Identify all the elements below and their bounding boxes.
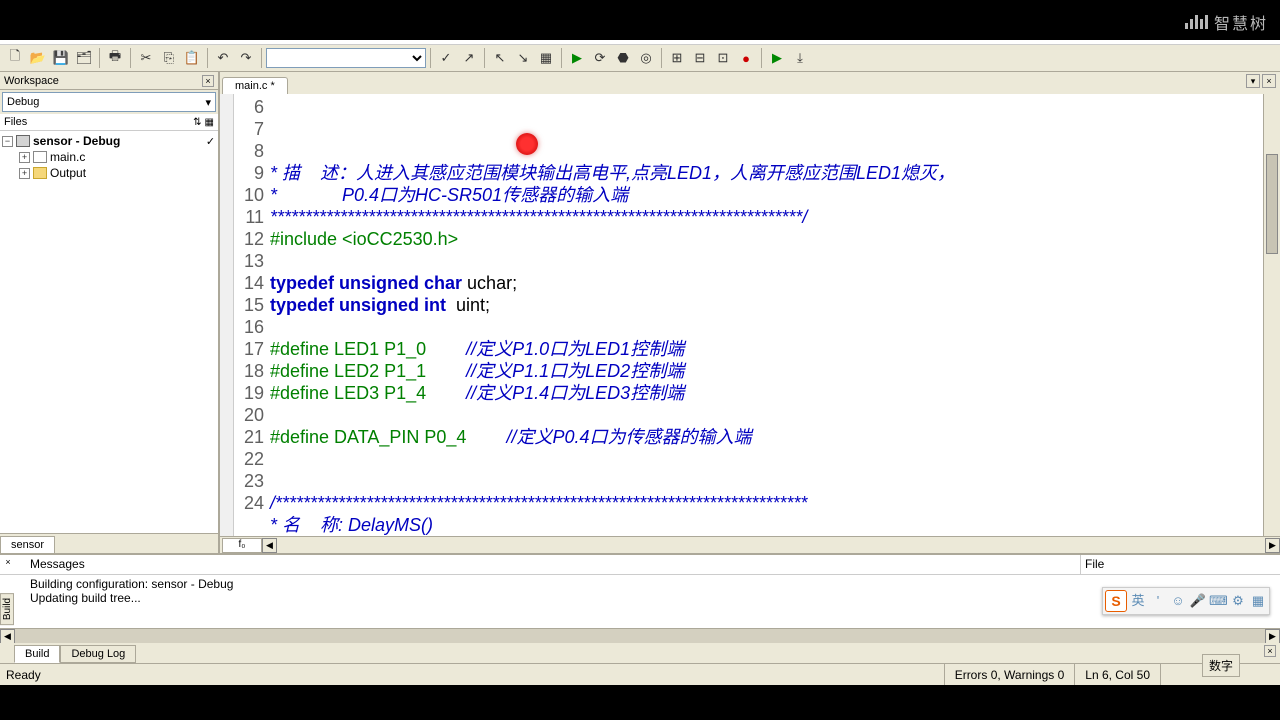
new-file-button[interactable]: 🗋 — [4, 47, 26, 69]
output-tab-debuglog[interactable]: Debug Log — [60, 645, 136, 663]
editor-tabs: main.c * ▾ × — [220, 72, 1280, 94]
tb-btn-9[interactable]: ⊞ — [666, 47, 688, 69]
build-output-panel: × Build Messages File Building configura… — [0, 553, 1280, 663]
folder-icon — [33, 167, 47, 179]
code-editor[interactable]: 6789101112131415161718192021222324 * 描 述… — [220, 94, 1280, 536]
tree-output-folder[interactable]: + Output — [2, 165, 216, 181]
ime-emoji-button[interactable]: ☺ — [1169, 592, 1187, 610]
expand-icon[interactable]: + — [19, 168, 30, 179]
tb-btn-4[interactable]: ↘ — [512, 47, 534, 69]
print-button[interactable]: 🖶 — [104, 47, 126, 69]
breakpoint-gutter[interactable] — [220, 94, 234, 536]
output-tabs-close-button[interactable]: × — [1264, 645, 1276, 657]
ime-toolbar[interactable]: S 英 ' ☺ 🎤 ⌨ ⚙ ▦ — [1102, 587, 1270, 615]
vscroll-thumb[interactable] — [1266, 154, 1278, 254]
files-hdr-icon-1[interactable]: ⇅ — [193, 117, 201, 128]
main-toolbar: 🗋 📂 💾 🗂 🖶 ✂ ⎘ 📋 ↶ ↷ ✓ ↗ ↖ ↘ ▦ ▶ ⟳ ⬣ ◎ ⊞ … — [0, 45, 1280, 72]
expand-icon[interactable]: + — [19, 152, 30, 163]
toggle-breakpoint-button[interactable]: ◎ — [635, 47, 657, 69]
workspace-title-bar: Workspace × — [0, 72, 218, 90]
workspace-panel: Workspace × Debug▾ Files ⇅ ▦ − sensor - … — [0, 72, 220, 553]
letterbox-bottom — [0, 685, 1280, 720]
tb-btn-1[interactable]: ✓ — [435, 47, 457, 69]
ime-grid-button[interactable]: ▦ — [1249, 592, 1267, 610]
files-hdr-icon-2[interactable]: ▦ — [205, 117, 214, 128]
copy-button[interactable]: ⎘ — [158, 47, 180, 69]
vertical-scrollbar[interactable] — [1263, 94, 1280, 536]
stop-build-button[interactable]: ⬣ — [612, 47, 634, 69]
tree-project-row[interactable]: − sensor - Debug ✓ — [2, 133, 216, 149]
save-all-button[interactable]: 🗂 — [73, 47, 95, 69]
output-close-button[interactable]: × — [2, 557, 14, 569]
status-errors: Errors 0, Warnings 0 — [944, 664, 1075, 685]
project-icon — [16, 135, 30, 147]
tab-dropdown-button[interactable]: ▾ — [1246, 74, 1260, 88]
output-tab-build[interactable]: Build — [14, 645, 60, 663]
workspace-tab-sensor[interactable]: sensor — [0, 536, 55, 553]
workspace-close-button[interactable]: × — [202, 75, 214, 87]
project-tree[interactable]: − sensor - Debug ✓ + main.c + Output — [0, 131, 218, 533]
undo-button[interactable]: ↶ — [212, 47, 234, 69]
brand-logo: 智慧树 — [1185, 10, 1268, 34]
toggle-bookmark-button[interactable]: ▦ — [535, 47, 557, 69]
file-column-header[interactable]: File — [1080, 555, 1280, 574]
open-file-button[interactable]: 📂 — [27, 47, 49, 69]
paste-button[interactable]: 📋 — [181, 47, 203, 69]
config-dropdown[interactable]: Debug▾ — [2, 92, 216, 112]
output-messages[interactable]: Building configuration: sensor - DebugUp… — [0, 575, 1280, 628]
tb-btn-3[interactable]: ↖ — [489, 47, 511, 69]
save-button[interactable]: 💾 — [50, 47, 72, 69]
compile-button[interactable]: ⟳ — [589, 47, 611, 69]
hscroll-left-button[interactable]: ◀ — [262, 538, 277, 553]
expand-icon[interactable]: − — [2, 136, 13, 147]
make-button[interactable]: ▶ — [566, 47, 588, 69]
hscroll-right-button[interactable]: ▶ — [1265, 538, 1280, 553]
c-file-icon — [33, 151, 47, 163]
status-bar: Ready Errors 0, Warnings 0 Ln 6, Col 50 — [0, 663, 1280, 685]
tree-file-main[interactable]: + main.c — [2, 149, 216, 165]
status-ready: Ready — [0, 668, 944, 682]
files-header: Files ⇅ ▦ — [0, 114, 218, 131]
ime-punct-button[interactable]: ' — [1149, 592, 1167, 610]
status-numlock: 数字 — [1202, 654, 1240, 677]
messages-column-header[interactable]: Messages — [0, 555, 1080, 574]
status-cursor-pos: Ln 6, Col 50 — [1074, 664, 1160, 685]
letterbox-top: 智慧树 — [0, 0, 1280, 40]
cut-button[interactable]: ✂ — [135, 47, 157, 69]
horizontal-scrollbar[interactable]: f₀ ◀ ▶ — [220, 536, 1280, 553]
ide-window: 🗋 📂 💾 🗂 🖶 ✂ ⎘ 📋 ↶ ↷ ✓ ↗ ↖ ↘ ▦ ▶ ⟳ ⬣ ◎ ⊞ … — [0, 40, 1280, 685]
output-side-label: Build — [0, 593, 14, 625]
tb-btn-10[interactable]: ⊟ — [689, 47, 711, 69]
tree-check-icon: ✓ — [205, 135, 216, 148]
workspace-bottom-tabs: sensor — [0, 533, 218, 553]
line-number-gutter: 6789101112131415161718192021222324 — [234, 94, 270, 536]
cursor-highlight-icon — [516, 133, 538, 155]
tab-close-button[interactable]: × — [1262, 74, 1276, 88]
code-content[interactable]: * 描 述：人进入其感应范围模块输出高电平,点亮LED1，人离开感应范围LED1… — [270, 94, 1263, 536]
editor-pane: main.c * ▾ × 678910111213141516171819202… — [220, 72, 1280, 553]
workspace-title: Workspace — [4, 75, 59, 87]
output-tabs: Build Debug Log × — [0, 643, 1280, 663]
redo-button[interactable]: ↷ — [235, 47, 257, 69]
ime-settings-button[interactable]: ⚙ — [1229, 592, 1247, 610]
ime-keyboard-button[interactable]: ⌨ — [1209, 592, 1227, 610]
tb-btn-11[interactable]: ⊡ — [712, 47, 734, 69]
find-combo[interactable] — [266, 48, 426, 68]
ime-voice-button[interactable]: 🎤 — [1189, 592, 1207, 610]
output-hscroll[interactable]: ◀▶ — [0, 628, 1280, 643]
breakpoint-button[interactable]: ● — [735, 47, 757, 69]
editor-tab-main[interactable]: main.c * — [222, 77, 288, 94]
function-nav[interactable]: f₀ — [222, 538, 262, 553]
download-debug-button[interactable]: ▶ — [766, 47, 788, 69]
ime-lang-button[interactable]: 英 — [1129, 592, 1147, 610]
ime-logo-icon[interactable]: S — [1105, 590, 1127, 612]
tb-btn-2[interactable]: ↗ — [458, 47, 480, 69]
debug-no-download-button[interactable]: ⤓ — [789, 47, 811, 69]
